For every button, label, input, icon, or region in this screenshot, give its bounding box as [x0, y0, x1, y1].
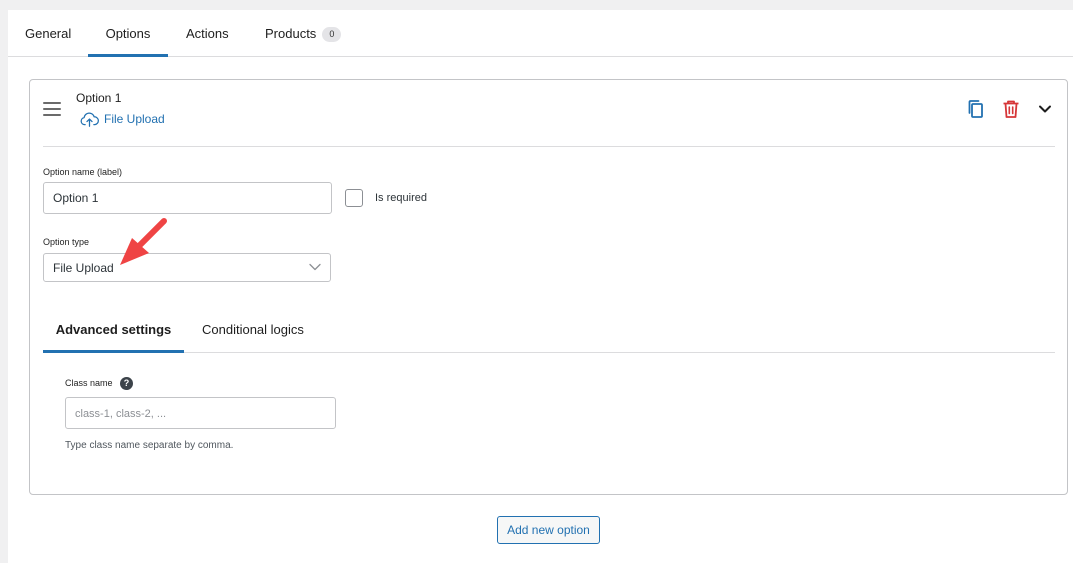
tab-actions[interactable]: Actions	[186, 10, 229, 57]
copy-icon[interactable]	[965, 98, 987, 120]
settings-subtabs: Advanced settings Conditional logics	[43, 310, 1055, 353]
option-type-field-label: Option type	[43, 237, 90, 247]
options-panel: General Options Actions Products 0 Option…	[8, 10, 1073, 563]
option-name-input[interactable]	[43, 182, 332, 214]
subtab-advanced-settings[interactable]: Advanced settings	[43, 310, 184, 353]
option-card: Option 1 File Upload Option name (label)…	[29, 79, 1068, 495]
option-type-select-value: File Upload	[53, 261, 114, 275]
tab-products-label: Products	[265, 26, 317, 41]
class-name-hint: Type class name separate by comma.	[65, 440, 234, 451]
is-required-checkbox[interactable]	[345, 189, 363, 207]
main-tabs: General Options Actions Products 0	[8, 10, 1073, 57]
help-icon[interactable]: ?	[120, 377, 133, 390]
option-type-summary: File Upload	[80, 110, 165, 128]
products-count-badge: 0	[322, 27, 342, 42]
add-new-option-button[interactable]: Add new option	[497, 516, 600, 544]
drag-handle-icon[interactable]	[43, 102, 61, 116]
chevron-down-icon[interactable]	[1034, 98, 1056, 120]
card-divider	[43, 146, 1055, 147]
class-name-label: Class name	[65, 378, 113, 388]
cloud-upload-icon	[80, 111, 99, 127]
tab-products[interactable]: Products 0	[265, 10, 342, 57]
option-type-select[interactable]: File Upload	[43, 253, 331, 282]
option-title: Option 1	[76, 91, 122, 105]
chevron-down-icon	[309, 263, 321, 271]
option-name-label: Option name (label)	[43, 167, 123, 177]
subtab-conditional-logics[interactable]: Conditional logics	[202, 310, 304, 353]
option-type-label: File Upload	[104, 112, 165, 126]
trash-icon[interactable]	[1000, 98, 1022, 120]
is-required-label: Is required	[375, 192, 427, 204]
tab-options[interactable]: Options	[88, 10, 168, 57]
tab-general[interactable]: General	[25, 10, 71, 57]
class-name-input[interactable]	[65, 397, 336, 429]
